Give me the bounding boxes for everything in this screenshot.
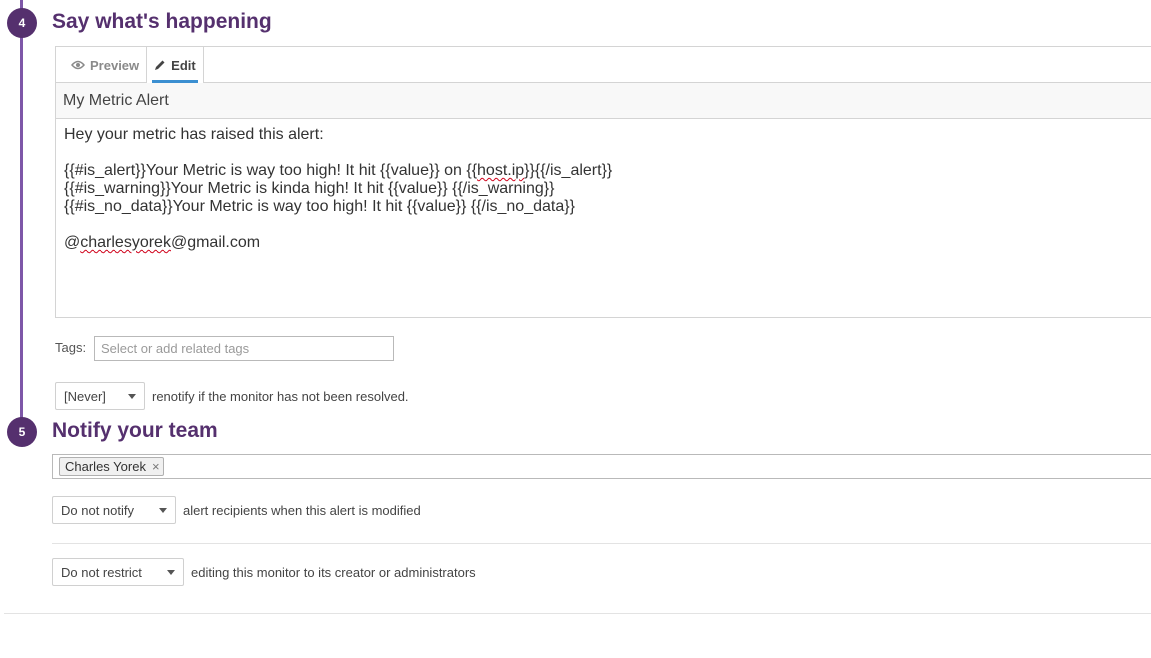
message-line: @charlesyorek@gmail.com — [64, 234, 261, 251]
renotify-select[interactable]: [Never] — [55, 382, 145, 410]
renotify-text: renotify if the monitor has not been res… — [152, 389, 409, 404]
tab-preview[interactable]: Preview — [64, 47, 146, 83]
chevron-down-icon — [159, 508, 167, 513]
bottom-divider — [4, 613, 1151, 614]
say-whats-happening-heading: Say what's happening — [52, 10, 272, 33]
step-5-badge: 5 — [7, 417, 37, 447]
spelling-error: host.ip — [477, 162, 525, 179]
restrict-editing-text: editing this monitor to its creator or a… — [191, 565, 476, 580]
chevron-down-icon — [128, 394, 136, 399]
monitor-settings-page: 4 Say what's happening Preview Edit My M… — [0, 0, 1151, 658]
section-divider — [52, 543, 1151, 544]
tab-preview-label: Preview — [90, 57, 140, 73]
tab-edit-label: Edit — [171, 57, 196, 73]
notify-on-modify-select[interactable]: Do not notify — [52, 496, 176, 524]
notify-on-modify-value: Do not notify — [61, 502, 134, 518]
message-line: {{#is_no_data}}Your Metric is way too hi… — [64, 198, 575, 215]
recipients-input[interactable]: Charles Yorek × — [52, 454, 1151, 479]
notify-your-team-heading: Notify your team — [52, 419, 218, 442]
step-progress-line — [20, 0, 23, 420]
message-title-input[interactable]: My Metric Alert — [56, 83, 1151, 119]
restrict-editing-select[interactable]: Do not restrict — [52, 558, 184, 586]
tags-label: Tags: — [55, 340, 87, 355]
restrict-editing-value: Do not restrict — [61, 564, 142, 580]
editor-tabs: Preview Edit — [56, 47, 1151, 83]
notify-on-modify-text: alert recipients when this alert is modi… — [183, 503, 421, 518]
recipient-name: Charles Yorek — [65, 459, 146, 474]
recipient-chip: Charles Yorek × — [59, 457, 164, 476]
message-editor: Preview Edit My Metric Alert Hey your me… — [55, 46, 1151, 318]
eye-icon — [71, 60, 85, 70]
step-5-number: 5 — [18, 425, 26, 439]
message-body-textarea[interactable]: Hey your metric has raised this alert: {… — [56, 119, 1151, 252]
message-line: {{#is_warning}}Your Metric is kinda high… — [64, 180, 555, 197]
message-line: Hey your metric has raised this alert: — [64, 126, 324, 143]
chevron-down-icon — [167, 570, 175, 575]
message-line: {{#is_alert}}Your Metric is way too high… — [64, 162, 613, 179]
pencil-icon — [154, 59, 166, 71]
step-4-badge: 4 — [7, 8, 37, 38]
spelling-error: charlesyorek — [80, 234, 171, 251]
tab-edit[interactable]: Edit — [146, 47, 204, 83]
step-4-number: 4 — [18, 16, 26, 30]
remove-recipient-icon[interactable]: × — [152, 459, 160, 474]
renotify-select-value: [Never] — [64, 388, 106, 404]
tags-input[interactable]: Select or add related tags — [94, 336, 394, 361]
